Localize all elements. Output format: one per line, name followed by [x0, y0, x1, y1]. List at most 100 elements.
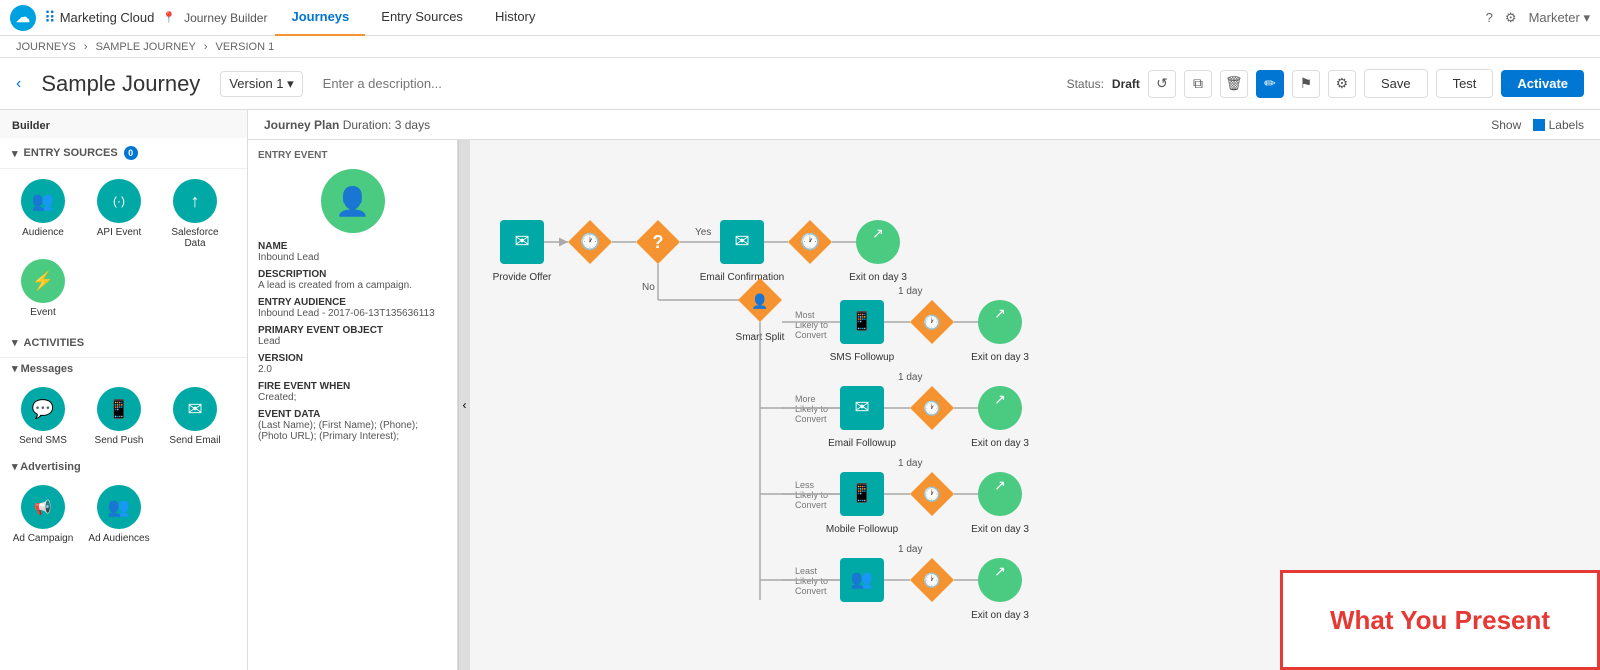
node-exit5[interactable]: ↗ Exit on day 3: [971, 558, 1029, 621]
event-label: Event: [30, 307, 56, 318]
svg-text:1 day: 1 day: [898, 286, 922, 297]
node-exit1[interactable]: ↗ Exit on day 3: [849, 220, 907, 283]
save-button[interactable]: Save: [1364, 69, 1428, 98]
undo-button[interactable]: ↺: [1148, 70, 1176, 98]
node-email-followup[interactable]: ✉ Email Followup: [828, 386, 896, 449]
svg-text:👤: 👤: [751, 293, 768, 310]
edit-button[interactable]: ✏: [1256, 70, 1284, 98]
chevron-down-icon-activities: ▾: [12, 336, 18, 349]
delete-button[interactable]: 🗑: [1220, 70, 1248, 98]
top-bar-right: ? ⚙ Marketer ▾: [1486, 10, 1590, 26]
flow-canvas[interactable]: ✉ Provide Offer 🕐 ?: [470, 140, 1600, 670]
gear-button[interactable]: ⚙: [1328, 70, 1356, 98]
sidebar-item-ad-audiences[interactable]: 👥 Ad Audiences: [86, 485, 152, 544]
entry-event-label: ENTRY EVENT: [258, 150, 447, 161]
node-mobile-followup[interactable]: 📱 Mobile Followup: [826, 472, 899, 535]
sidebar-item-event[interactable]: ⚡ Event: [10, 259, 76, 318]
svg-text:1 day: 1 day: [898, 544, 922, 555]
description-input[interactable]: [323, 76, 1047, 91]
test-button[interactable]: Test: [1436, 69, 1494, 98]
salesforce-logo: ☁: [10, 5, 36, 31]
ad-campaign-label: Ad Campaign: [13, 533, 74, 544]
node-wait4[interactable]: 🕐: [910, 386, 954, 430]
entry-info: NAME Inbound Lead DESCRIPTION A lead is …: [258, 241, 447, 442]
help-icon[interactable]: ?: [1486, 10, 1493, 25]
node-wait1[interactable]: 🕐: [568, 220, 612, 264]
activities-section[interactable]: ▾ ACTIVITIES: [0, 328, 247, 358]
svg-text:1 day: 1 day: [898, 458, 922, 469]
node-email-confirmation[interactable]: ✉ Email Confirmation: [700, 220, 784, 283]
tab-entry-sources[interactable]: Entry Sources: [365, 0, 479, 36]
tab-history[interactable]: History: [479, 0, 551, 36]
entry-sources-section[interactable]: ▾ ENTRY SOURCES 0: [0, 138, 247, 169]
svg-text:Likely to: Likely to: [795, 576, 828, 586]
breadcrumb-journeys[interactable]: JOURNEYS: [16, 41, 76, 53]
node-wait5[interactable]: 🕐: [910, 472, 954, 516]
api-event-label: API Event: [97, 227, 141, 238]
chevron-down-icon-messages: ▾: [12, 363, 21, 375]
node-exit2[interactable]: ↗ Exit on day 3: [971, 300, 1029, 363]
top-bar: ☁ ⠿ Marketing Cloud 📍 Journey Builder Jo…: [0, 0, 1600, 36]
sidebar-item-ad-campaign[interactable]: 📢 Ad Campaign: [10, 485, 76, 544]
node-exit3[interactable]: ↗ Exit on day 3: [971, 386, 1029, 449]
svg-text:↗: ↗: [872, 225, 884, 241]
sidebar-item-audience[interactable]: 👥 Audience: [10, 179, 76, 249]
tab-journeys[interactable]: Journeys: [275, 0, 365, 36]
user-menu[interactable]: Marketer ▾: [1529, 10, 1590, 26]
svg-text:✉: ✉: [734, 231, 749, 251]
svg-text:Email Confirmation: Email Confirmation: [700, 272, 784, 283]
nav-tabs: Journeys Entry Sources History: [275, 0, 551, 36]
copy-button[interactable]: ⧉: [1184, 70, 1212, 98]
show-labels: Show Labels: [1491, 118, 1584, 132]
node-provide-offer[interactable]: ✉ Provide Offer: [493, 220, 552, 283]
node-wait2[interactable]: 🕐: [788, 220, 832, 264]
back-button[interactable]: ‹: [16, 75, 21, 93]
api-event-icon: (·): [97, 179, 141, 223]
sidebar-item-send-push[interactable]: 📱 Send Push: [86, 387, 152, 446]
settings-icon[interactable]: ⚙: [1505, 10, 1517, 26]
canvas-area: Journey Plan Duration: 3 days Show Label…: [248, 110, 1600, 670]
what-you-present-text: What You Present: [1330, 605, 1550, 636]
svg-text:Exit on day 3: Exit on day 3: [971, 352, 1029, 363]
node-social-followup[interactable]: 👥: [840, 558, 884, 602]
messages-grid: 💬 Send SMS 📱 Send Push ✉ Send Email: [0, 377, 247, 456]
chevron-down-icon: ▾: [12, 147, 18, 160]
flag-button[interactable]: ⚑: [1292, 70, 1320, 98]
event-icon: ⚡: [21, 259, 65, 303]
entry-panel: ENTRY EVENT 👤 NAME Inbound Lead DESCRIPT…: [248, 140, 458, 670]
svg-text:✉: ✉: [854, 397, 869, 417]
svg-text:🕐: 🕐: [923, 572, 940, 589]
svg-text:Yes: Yes: [695, 227, 711, 238]
svg-text:Most: Most: [795, 310, 815, 320]
svg-text:↗: ↗: [994, 563, 1006, 579]
breadcrumb-version[interactable]: VERSION 1: [216, 41, 275, 53]
what-you-present-box: What You Present: [1280, 570, 1600, 670]
node-exit4[interactable]: ↗ Exit on day 3: [971, 472, 1029, 535]
version-selector[interactable]: Version 1 ▾: [220, 71, 302, 97]
svg-text:📱: 📱: [851, 310, 873, 331]
node-wait3[interactable]: 🕐: [910, 300, 954, 344]
sidebar-item-send-sms[interactable]: 💬 Send SMS: [10, 387, 76, 446]
svg-text:📱: 📱: [851, 482, 873, 503]
node-decision[interactable]: ?: [636, 220, 680, 264]
status-value: Draft: [1112, 77, 1140, 91]
sidebar-item-api-event[interactable]: (·) API Event: [86, 179, 152, 249]
activate-button[interactable]: Activate: [1501, 70, 1584, 97]
node-sms-followup[interactable]: 📱 SMS Followup: [830, 300, 895, 363]
svg-text:SMS Followup: SMS Followup: [830, 352, 895, 363]
send-push-icon: 📱: [97, 387, 141, 431]
labels-checkbox[interactable]: [1533, 119, 1545, 131]
collapse-handle[interactable]: ‹: [458, 140, 470, 670]
builder-label: Builder: [0, 110, 247, 138]
node-wait6[interactable]: 🕐: [910, 558, 954, 602]
breadcrumb-sample-journey[interactable]: SAMPLE JOURNEY: [96, 41, 196, 53]
status-label: Status:: [1067, 77, 1104, 91]
svg-text:Provide Offer: Provide Offer: [493, 272, 552, 283]
svg-text:🕐: 🕐: [923, 314, 940, 331]
sidebar-item-send-email[interactable]: ✉ Send Email: [162, 387, 228, 446]
entry-sources-label: ENTRY SOURCES: [24, 147, 118, 159]
sidebar-item-salesforce-data[interactable]: ↑ Salesforce Data: [162, 179, 228, 249]
send-email-icon: ✉: [173, 387, 217, 431]
svg-text:↗: ↗: [994, 391, 1006, 407]
svg-text:Convert: Convert: [795, 500, 827, 510]
